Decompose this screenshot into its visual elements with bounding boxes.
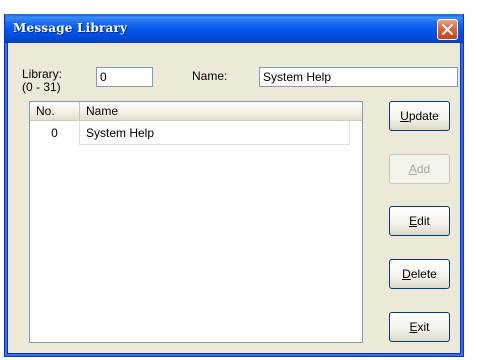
name-input[interactable]: System Help — [259, 67, 458, 87]
title-bar[interactable]: Message Library — [5, 14, 463, 43]
delete-label: elete — [410, 267, 437, 281]
list-header: No. Name — [30, 102, 362, 121]
dialog-body: Library: (0 - 31) 0 Name: System Help No… — [8, 43, 460, 353]
edit-label: dit — [417, 214, 430, 228]
list-item[interactable]: 0 System Help — [30, 121, 362, 145]
update-mnemonic: U — [400, 109, 409, 123]
window-title: Message Library — [13, 21, 128, 35]
column-header-name[interactable]: Name — [80, 102, 362, 120]
library-input[interactable]: 0 — [96, 67, 153, 87]
update-button[interactable]: Update — [389, 101, 450, 131]
row-name-cell: System Help — [80, 121, 350, 145]
add-label: dd — [416, 162, 431, 176]
row-no-cell: 0 — [30, 121, 80, 145]
library-range-label: (0 - 31) — [22, 80, 61, 94]
name-label: Name: — [192, 69, 228, 83]
edit-mnemonic: E — [409, 214, 418, 228]
update-label: pdate — [408, 109, 439, 123]
message-library-dialog: Message Library Library: (0 - 31) 0 Name… — [4, 14, 464, 357]
delete-button[interactable]: Delete — [389, 259, 450, 289]
edit-button[interactable]: Edit — [389, 206, 450, 236]
delete-mnemonic: D — [402, 267, 411, 281]
message-list[interactable]: No. Name 0 System Help — [29, 101, 363, 343]
close-button[interactable] — [437, 19, 458, 40]
column-header-no[interactable]: No. — [30, 102, 80, 120]
add-mnemonic: A — [408, 162, 417, 176]
exit-button[interactable]: Exit — [389, 312, 450, 342]
close-icon — [442, 24, 453, 35]
exit-label: xit — [417, 320, 430, 334]
exit-mnemonic: E — [409, 320, 418, 334]
add-button[interactable]: Add — [389, 154, 450, 184]
